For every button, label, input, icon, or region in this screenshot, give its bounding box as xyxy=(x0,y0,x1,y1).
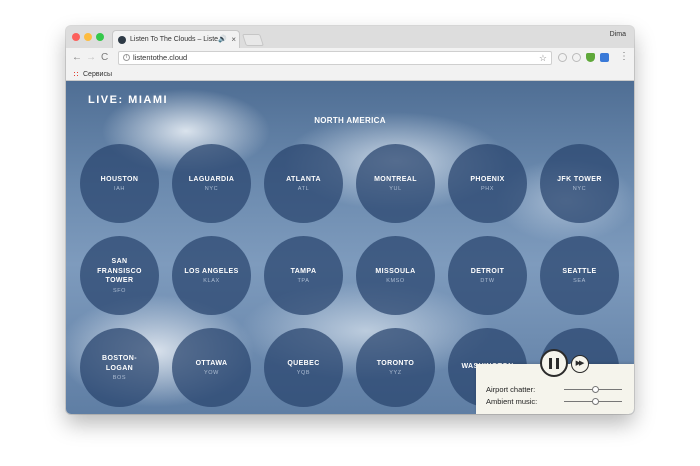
reload-icon[interactable]: C xyxy=(101,51,108,65)
speaker-icon[interactable]: 🔊 xyxy=(218,31,227,48)
airport-code: IAH xyxy=(114,186,125,193)
tab-close-icon[interactable]: × xyxy=(231,31,236,48)
airport-code: SEA xyxy=(573,278,586,285)
ambient-music-label: Ambient music: xyxy=(486,397,538,406)
airport-circle[interactable]: MISSOULA KMSO xyxy=(356,236,435,315)
airport-code: BOS xyxy=(112,375,127,381)
browser-window: Listen To The Clouds – Liste 🔊 × Dima ← … xyxy=(66,26,634,414)
toolbar: ← → C i listentothe.cloud ☆ ⋮ xyxy=(66,48,634,68)
airport-code: KMSO xyxy=(386,278,405,285)
close-window-button[interactable] xyxy=(72,33,80,41)
apps-grid-icon[interactable] xyxy=(73,71,80,78)
airport-code: PHX xyxy=(480,186,495,193)
airport-code: YUL xyxy=(389,186,402,193)
airport-name: BOSTON-LOGAN xyxy=(102,355,137,372)
airport-chatter-label: Airport chatter: xyxy=(486,385,536,394)
info-icon[interactable]: i xyxy=(123,54,130,61)
airport-circle[interactable]: SEATTLE SEA xyxy=(540,236,619,315)
airport-name: SAN FRANSISCO TOWER xyxy=(97,258,142,285)
pause-icon xyxy=(549,357,559,369)
airport-code: YYZ xyxy=(389,370,402,377)
airport-code: TPA xyxy=(297,278,310,285)
menu-dots-icon[interactable]: ⋮ xyxy=(619,51,629,63)
maximize-window-button[interactable] xyxy=(96,33,104,41)
airport-name: ATLANTA xyxy=(286,175,321,183)
tab-listen-to-the-clouds[interactable]: Listen To The Clouds – Liste 🔊 × xyxy=(112,30,240,48)
airport-code: SFO xyxy=(112,287,127,294)
airport-code: YQB xyxy=(296,370,311,377)
pause-button[interactable] xyxy=(540,349,568,377)
extension-circle-icon[interactable] xyxy=(558,53,567,62)
airport-circle[interactable]: BOSTON-LOGAN BOS xyxy=(80,328,159,407)
airport-name: LAGUARDIA xyxy=(188,175,235,183)
bookmarks-bar: Сервисы xyxy=(66,68,634,81)
airport-name: OTTAWA xyxy=(195,359,228,367)
live-station-title: LIVE: MIAMI xyxy=(88,94,169,106)
airport-circle[interactable]: TAMPA TPA xyxy=(264,236,343,315)
airport-name: DETROIT xyxy=(470,267,505,275)
airport-name: LOS ANGELES xyxy=(184,267,239,275)
bookmark-star-icon[interactable]: ☆ xyxy=(539,52,547,64)
ambient-music-slider-knob[interactable] xyxy=(592,398,600,405)
audio-controls-panel: ▶▶ Airport chatter: Ambient music: xyxy=(476,349,634,414)
skip-forward-button[interactable]: ▶▶ xyxy=(571,355,589,373)
airport-circle[interactable]: LAGUARDIA NYC xyxy=(172,144,251,223)
extension-blue-icon[interactable] xyxy=(600,53,609,62)
airport-code: ATL xyxy=(297,186,310,193)
airport-chatter-slider-knob[interactable] xyxy=(592,386,600,393)
airport-name: SEATTLE xyxy=(562,267,597,275)
airport-circle[interactable]: LOS ANGELES KLAX xyxy=(172,236,251,315)
new-tab-button[interactable] xyxy=(242,34,264,46)
airport-name: PHOENIX xyxy=(470,175,505,183)
page-content: LIVE: MIAMI NORTH AMERICA HOUSTON IAH LAGU… xyxy=(66,81,634,414)
airport-circle[interactable]: ATLANTA ATL xyxy=(264,144,343,223)
site-favicon-icon xyxy=(118,36,126,44)
airport-code: NYC xyxy=(204,186,219,193)
airport-circle[interactable]: DETROIT DTW xyxy=(448,236,527,315)
extension-green-shield-icon[interactable] xyxy=(586,53,595,62)
airport-name: TAMPA xyxy=(290,267,317,275)
address-bar[interactable]: i listentothe.cloud ☆ xyxy=(118,51,552,65)
minimize-window-button[interactable] xyxy=(84,33,92,41)
airport-code: KLAX xyxy=(203,278,220,285)
airport-circle[interactable]: SAN FRANSISCO TOWER SFO xyxy=(80,236,159,315)
airport-circle[interactable]: PHOENIX PHX xyxy=(448,144,527,223)
tab-title: Listen To The Clouds – Liste xyxy=(130,36,219,43)
airport-name: MISSOULA xyxy=(375,267,416,275)
url-text[interactable]: listentothe.cloud xyxy=(133,53,187,62)
airport-circle[interactable]: HOUSTON IAH xyxy=(80,144,159,223)
airport-circle[interactable]: MONTREAL YUL xyxy=(356,144,435,223)
forward-arrow-icon[interactable]: → xyxy=(86,51,96,65)
region-heading: NORTH AMERICA xyxy=(314,116,386,125)
airport-name: TORONTO xyxy=(376,359,415,367)
airport-circle[interactable]: OTTAWA YOW xyxy=(172,328,251,407)
airport-name: MONTREAL xyxy=(374,175,417,183)
airport-circle[interactable]: QUEBEC YQB xyxy=(264,328,343,407)
extension-shield-icon[interactable] xyxy=(572,53,581,62)
airport-name: QUEBEC xyxy=(287,359,320,367)
airport-code: NYC xyxy=(572,186,587,193)
airport-code: YOW xyxy=(204,370,219,377)
back-arrow-icon[interactable]: ← xyxy=(72,51,82,65)
airport-name: JFK TOWER xyxy=(557,175,602,183)
airport-code: DTW xyxy=(480,278,495,285)
profile-name[interactable]: Dima xyxy=(610,31,626,38)
airport-name: HOUSTON xyxy=(100,175,139,183)
bookmark-services[interactable]: Сервисы xyxy=(83,69,112,80)
title-bar: Listen To The Clouds – Liste 🔊 × Dima xyxy=(66,26,634,48)
airport-circle[interactable]: JFK TOWER NYC xyxy=(540,144,619,223)
airport-circle[interactable]: TORONTO YYZ xyxy=(356,328,435,407)
